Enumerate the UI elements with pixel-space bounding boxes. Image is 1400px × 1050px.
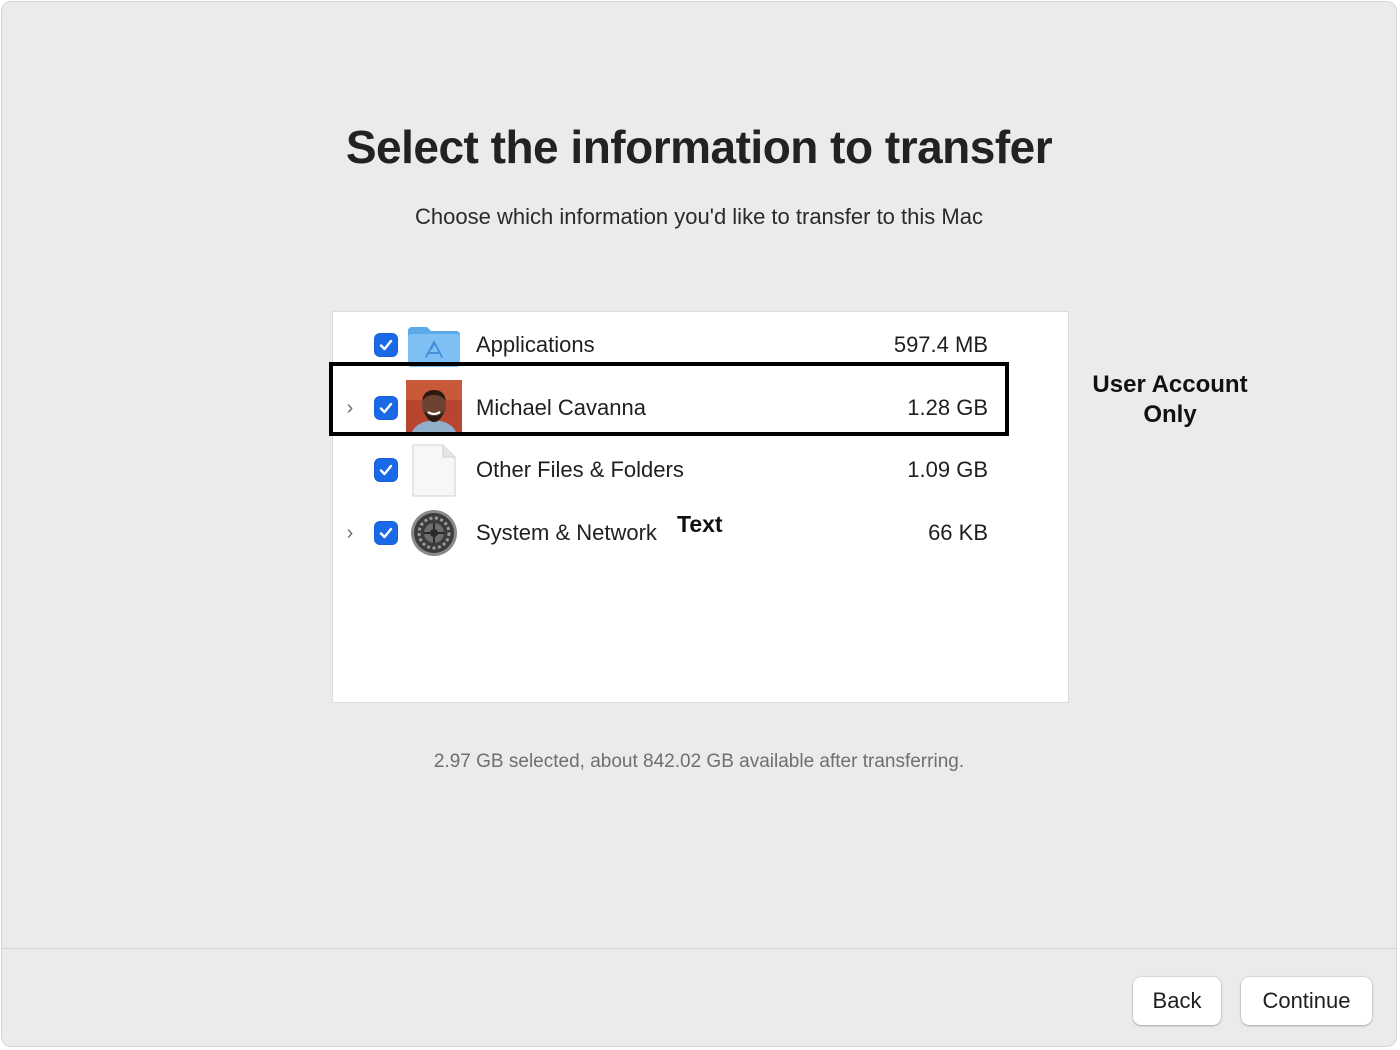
- back-button[interactable]: Back: [1133, 977, 1221, 1025]
- page-subtitle: Choose which information you'd like to t…: [415, 204, 983, 229]
- item-size: 66 KB: [928, 520, 988, 545]
- document-icon: [405, 442, 463, 498]
- transfer-summary: 2.97 GB selected, about 842.02 GB availa…: [433, 751, 965, 772]
- list-item-other-files[interactable]: Other Files & Folders 1.09 GB: [333, 439, 1068, 501]
- continue-button[interactable]: Continue: [1241, 977, 1372, 1025]
- item-label: Other Files & Folders: [476, 457, 684, 482]
- page-title: Select the information to transfer: [345, 121, 1053, 173]
- item-label: Applications: [476, 332, 595, 357]
- system-network-checkbox[interactable]: [374, 521, 398, 545]
- checkmark-icon: [379, 339, 393, 351]
- system-preferences-gear-icon: [405, 505, 463, 561]
- item-size: 597.4 MB: [893, 332, 988, 357]
- text-annotation: Text: [677, 511, 723, 537]
- applications-checkbox[interactable]: [374, 333, 398, 357]
- user-account-annotation: User Account Only: [1092, 371, 1248, 428]
- checkmark-icon: [379, 527, 393, 539]
- checkmark-icon: [379, 464, 393, 476]
- item-size: 1.09 GB: [907, 457, 988, 482]
- disclosure-chevron-icon[interactable]: ›: [341, 521, 359, 545]
- footer-divider: [2, 948, 1396, 949]
- user-account-highlight-box: [329, 362, 1009, 436]
- other-files-checkbox[interactable]: [374, 458, 398, 482]
- item-label: System & Network: [476, 520, 657, 545]
